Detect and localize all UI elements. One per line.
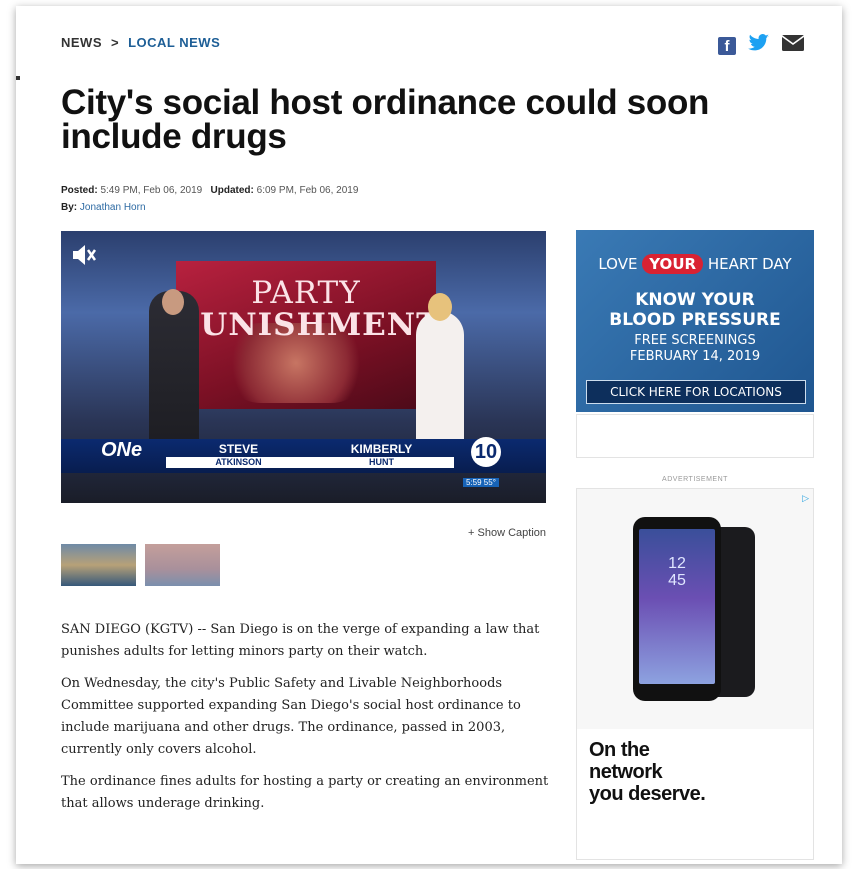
advertisement-label: ADVERTISEMENT	[662, 476, 728, 483]
share-bar: f	[718, 34, 805, 57]
adchoices-icon[interactable]: ▷	[802, 493, 809, 504]
headline: City's social host ordinance could soon …	[61, 83, 710, 156]
article-page: NEWS > LOCAL NEWS f City's social host ord…	[16, 6, 842, 864]
gallery-thumbnail[interactable]	[145, 544, 220, 586]
ad-headline: LOVE YOUR HEART DAY	[598, 254, 792, 274]
anchor2-name: KIMBERLY HUNT	[309, 443, 454, 468]
phone-screen	[639, 529, 715, 684]
breadcrumb-local-news-link[interactable]: LOCAL NEWS	[128, 35, 220, 50]
email-icon[interactable]	[781, 35, 805, 56]
ad-slogan: On the network you deserve.	[589, 739, 706, 805]
phone-ad[interactable]: ▷ 12 45 On the network you deserve.	[576, 488, 814, 860]
breadcrumb-news-link[interactable]: NEWS	[61, 35, 102, 50]
author-link[interactable]: Jonathan Horn	[80, 202, 146, 213]
heart-icon: YOUR	[642, 254, 704, 274]
muted-speaker-icon[interactable]	[71, 243, 97, 274]
channel-badge: ONe	[101, 439, 143, 461]
gallery-thumbnail[interactable]	[61, 544, 136, 586]
facebook-icon[interactable]: f	[718, 36, 736, 55]
anchor-male-head	[162, 289, 184, 315]
posted-label: Posted:	[61, 185, 98, 196]
by-label: By:	[61, 202, 78, 213]
twitter-icon[interactable]	[748, 34, 770, 57]
anchor2-first: KIMBERLY	[350, 442, 413, 456]
updated-time: 6:09 PM, Feb 06, 2019	[256, 185, 359, 196]
ad-screenings: FREE SCREENINGS FEBRUARY 14, 2019	[629, 333, 761, 364]
breadcrumb-separator: >	[111, 35, 120, 50]
breadcrumb: NEWS > LOCAL NEWS	[61, 35, 220, 50]
ad-know-bp: KNOW YOUR BLOOD PRESSURE	[609, 290, 781, 330]
anchor-female	[416, 311, 464, 451]
ad-slot-empty	[576, 414, 814, 458]
video-wall-title: PARTY	[251, 275, 361, 311]
anchor1-name: STEVE ATKINSON	[166, 443, 311, 468]
anchor2-last: HUNT	[309, 457, 454, 468]
posted-time: 5:49 PM, Feb 06, 2019	[100, 185, 203, 196]
article-meta: Posted: 5:49 PM, Feb 06, 2019 Updated: 6…	[61, 182, 358, 216]
article-paragraph: SAN DIEGO (KGTV) -- San Diego is on the …	[61, 622, 540, 659]
ad-cta-button[interactable]: CLICK HERE FOR LOCATIONS	[586, 380, 806, 404]
video-clock: 5:59 55°	[463, 478, 499, 487]
video-player[interactable]: PARTY PUNISHMENT ONe STEVE ATKINSON KIMBE…	[61, 231, 546, 503]
heart-day-ad[interactable]: LOVE YOUR HEART DAY KNOW YOUR BLOOD PRESS…	[576, 230, 814, 412]
anchor-female-head	[428, 293, 452, 321]
updated-label: Updated:	[210, 185, 254, 196]
anchor1-first: STEVE	[218, 442, 259, 456]
anchor-male	[149, 291, 199, 451]
station-logo: 10	[471, 437, 501, 467]
edge-mark	[16, 76, 20, 80]
phone-clock: 12 45	[668, 555, 686, 589]
article-body: SAN DIEGO (KGTV) -- San Diego is on the …	[61, 619, 566, 825]
show-caption-link[interactable]: + Show Caption	[446, 527, 546, 539]
article-paragraph: The ordinance fines adults for hosting a…	[61, 774, 549, 811]
anchor1-last: ATKINSON	[166, 457, 311, 468]
article-paragraph: On Wednesday, the city's Public Safety a…	[61, 676, 521, 757]
video-wall-subtitle: PUNISHMENT	[176, 307, 441, 343]
